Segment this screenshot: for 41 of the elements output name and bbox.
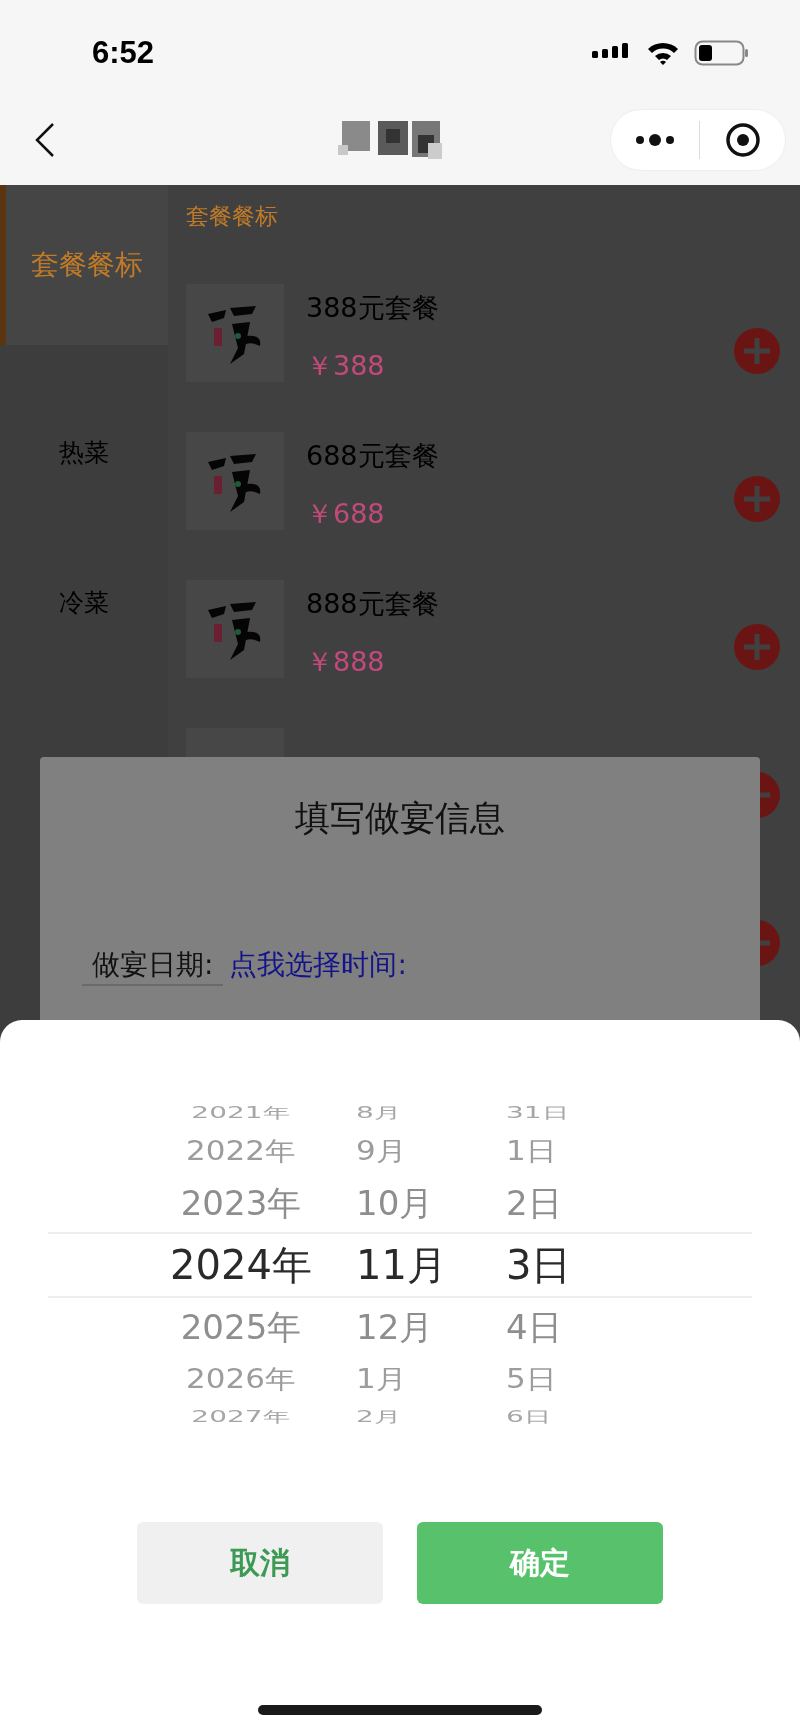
- picker-option[interactable]: 3日: [506, 1245, 572, 1285]
- picker-option[interactable]: 1日: [506, 1137, 557, 1165]
- picker-option[interactable]: 2027年: [191, 1409, 291, 1425]
- product-name: 688元套餐: [306, 439, 440, 473]
- status-time: 6:52: [92, 34, 155, 71]
- picker-option[interactable]: 2021年: [191, 1105, 291, 1121]
- section-title: 套餐餐标: [186, 202, 279, 231]
- picker-option[interactable]: 2月: [356, 1409, 402, 1425]
- product-name: 888元套餐: [306, 587, 440, 621]
- category-item[interactable]: 冷菜: [0, 527, 168, 677]
- category-item[interactable]: 套餐餐标: [0, 185, 168, 345]
- battery-icon: [694, 38, 750, 67]
- category-item[interactable]: 热菜: [0, 377, 168, 527]
- picker-option[interactable]: 2024年: [170, 1245, 312, 1285]
- back-icon[interactable]: [34, 122, 56, 158]
- picker-option[interactable]: 11月: [356, 1245, 447, 1285]
- picker-option[interactable]: 10月: [356, 1186, 434, 1220]
- product-price: ￥688: [306, 497, 386, 531]
- picker-option[interactable]: 4日: [506, 1310, 562, 1344]
- date-label: 做宴日期:: [82, 946, 224, 986]
- dialog-title: 填写做宴信息: [294, 797, 506, 840]
- picker-option[interactable]: 12月: [356, 1310, 434, 1344]
- close-icon[interactable]: [724, 122, 761, 158]
- picker-option[interactable]: 6日: [506, 1409, 552, 1425]
- product-name: 388元套餐: [306, 291, 440, 325]
- product-price: ￥888: [306, 645, 386, 679]
- picker-option[interactable]: 5日: [506, 1365, 557, 1393]
- confirm-button[interactable]: 确定: [417, 1522, 663, 1604]
- date-picker-link[interactable]: 点我选择时间:: [229, 946, 407, 984]
- picker-option[interactable]: 2025年: [180, 1310, 302, 1344]
- picker-option[interactable]: 2022年: [186, 1137, 296, 1165]
- more-icon[interactable]: [635, 133, 676, 147]
- picker-option[interactable]: 9月: [356, 1137, 407, 1165]
- picker-option[interactable]: 8月: [356, 1105, 402, 1121]
- picker-option[interactable]: 2日: [506, 1186, 562, 1220]
- picker-option[interactable]: 2026年: [186, 1365, 296, 1393]
- picker-option[interactable]: 2023年: [180, 1186, 302, 1220]
- cancel-button[interactable]: 取消: [137, 1522, 383, 1604]
- product-price: ￥388: [306, 349, 386, 383]
- picker-option[interactable]: 31日: [506, 1105, 570, 1121]
- picker-option[interactable]: 1月: [356, 1365, 407, 1393]
